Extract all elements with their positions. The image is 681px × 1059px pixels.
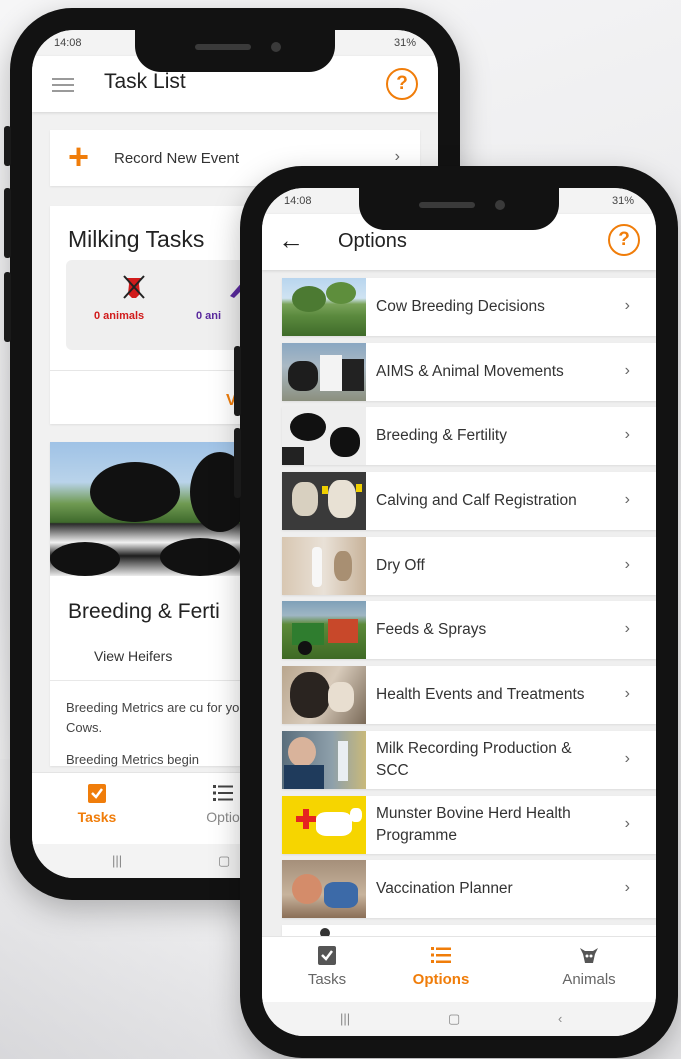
chevron-right-icon: ›	[624, 620, 630, 638]
chevron-right-icon: ›	[624, 297, 630, 314]
home-icon[interactable]: ▢	[218, 853, 230, 869]
nav-animals-tab[interactable]: Animals	[544, 943, 634, 988]
option-milk-recording[interactable]: Milk Recording Production & SCC ›	[282, 730, 656, 789]
nav-tasks-tab[interactable]: Tasks	[282, 943, 372, 988]
option-thumbnail	[282, 795, 366, 854]
nav-options-label: Options	[412, 971, 470, 988]
chevron-right-icon: ›	[624, 426, 630, 444]
nav-options-label: Optio	[206, 809, 240, 825]
back-arrow-icon[interactable]: ←	[278, 226, 304, 254]
system-nav-bar: ||| ▢ ‹	[262, 1002, 656, 1036]
nav-options-tab[interactable]: Options	[396, 943, 486, 988]
option-label: Dry Off	[376, 556, 425, 574]
phone-side-button	[4, 188, 11, 258]
chevron-right-icon: ›	[394, 148, 400, 165]
options-screen: 14:08 31% ← Options ? Cow Breeding Decis…	[262, 188, 656, 1036]
milking-count-purple[interactable]: 0 ani	[196, 310, 221, 322]
phone-options: 14:08 31% ← Options ? Cow Breeding Decis…	[234, 166, 678, 1058]
option-label: Calving and Calf Registration	[376, 492, 577, 510]
cow-head-icon	[580, 948, 598, 963]
clipboard-check-icon	[318, 946, 336, 965]
option-vaccination-planner[interactable]: Vaccination Planner ›	[282, 860, 656, 919]
option-aims-animal-movements[interactable]: AIMS & Animal Movements ›	[282, 342, 656, 401]
tab-view-heifers[interactable]: View Heifers	[94, 648, 172, 664]
option-thumbnail	[282, 601, 366, 660]
phone-notch	[135, 30, 335, 72]
list-icon	[431, 947, 451, 963]
option-munster-bovine-herd-health[interactable]: Munster Bovine Herd Health Programme ›	[282, 795, 656, 854]
option-thumbnail	[282, 730, 366, 789]
status-battery: 31%	[393, 37, 416, 49]
option-thumbnail	[282, 472, 366, 531]
chevron-right-icon: ›	[624, 555, 630, 573]
option-thumbnail	[282, 536, 366, 595]
option-thumbnail	[282, 342, 366, 401]
nav-tasks-label: Tasks	[307, 971, 347, 988]
option-cow-breeding-decisions[interactable]: Cow Breeding Decisions ›	[282, 278, 656, 336]
option-health-events-treatments[interactable]: Health Events and Treatments ›	[282, 666, 656, 725]
bottom-nav: Tasks Options Animals	[262, 936, 656, 1002]
chevron-right-icon: ›	[624, 879, 630, 897]
option-label: Cow Breeding Decisions	[376, 298, 545, 315]
status-time: 14:08	[284, 195, 312, 207]
option-label: Vaccination Planner	[376, 880, 513, 898]
menu-icon[interactable]	[52, 78, 74, 92]
option-thumbnail	[282, 407, 366, 466]
chevron-right-icon: ›	[624, 491, 630, 509]
option-label: Milk Recording Production & SCC	[376, 739, 572, 779]
status-battery: 31%	[611, 195, 634, 207]
page-title: Task List	[104, 70, 186, 93]
recent-apps-icon[interactable]: |||	[340, 1011, 350, 1026]
phone-side-button	[234, 428, 241, 498]
chevron-right-icon: ›	[624, 749, 630, 767]
nav-animals-label: Animals	[562, 971, 616, 988]
plus-icon: +	[68, 136, 90, 177]
option-label: Feeds & Sprays	[376, 621, 487, 639]
record-new-event-label: Record New Event	[114, 150, 240, 167]
help-icon[interactable]: ?	[608, 224, 640, 256]
chevron-right-icon: ›	[624, 814, 630, 832]
milking-tasks-title: Milking Tasks	[68, 226, 205, 252]
phone-side-button	[4, 126, 11, 166]
cow-crossed-icon[interactable]	[122, 274, 146, 300]
option-breeding-fertility[interactable]: Breeding & Fertility ›	[282, 407, 656, 466]
phone-side-button	[4, 272, 11, 342]
option-calving-calf-registration[interactable]: Calving and Calf Registration ›	[282, 472, 656, 531]
help-icon[interactable]: ?	[386, 68, 418, 100]
option-dry-off[interactable]: Dry Off ›	[282, 536, 656, 595]
status-time: 14:08	[54, 37, 82, 49]
milking-count-red[interactable]: 0 animals	[94, 310, 144, 322]
phone-side-button	[234, 346, 241, 416]
options-list: Cow Breeding Decisions › AIMS & Animal M…	[282, 278, 656, 962]
option-thumbnail	[282, 666, 366, 725]
option-thumbnail	[282, 278, 366, 336]
option-label: Health Events and Treatments	[376, 686, 585, 704]
breeding-title: Breeding & Ferti	[68, 600, 220, 623]
page-title: Options	[338, 230, 407, 252]
chevron-right-icon: ›	[624, 685, 630, 703]
recent-apps-icon[interactable]: |||	[112, 853, 122, 868]
option-thumbnail	[282, 860, 366, 919]
nav-tasks-label: Tasks	[77, 809, 117, 825]
option-label: AIMS & Animal Movements	[376, 362, 564, 380]
option-label: Breeding & Fertility	[376, 427, 507, 445]
option-label: Munster Bovine Herd Health Programme	[376, 804, 571, 844]
back-icon[interactable]: ‹	[558, 1011, 562, 1026]
list-icon	[213, 785, 233, 801]
chevron-right-icon: ›	[624, 361, 630, 379]
option-feeds-sprays[interactable]: Feeds & Sprays ›	[282, 601, 656, 660]
clipboard-check-icon	[88, 784, 106, 803]
home-icon[interactable]: ▢	[448, 1011, 460, 1027]
nav-tasks-tab[interactable]: Tasks	[52, 781, 142, 825]
phone-notch	[359, 188, 559, 230]
